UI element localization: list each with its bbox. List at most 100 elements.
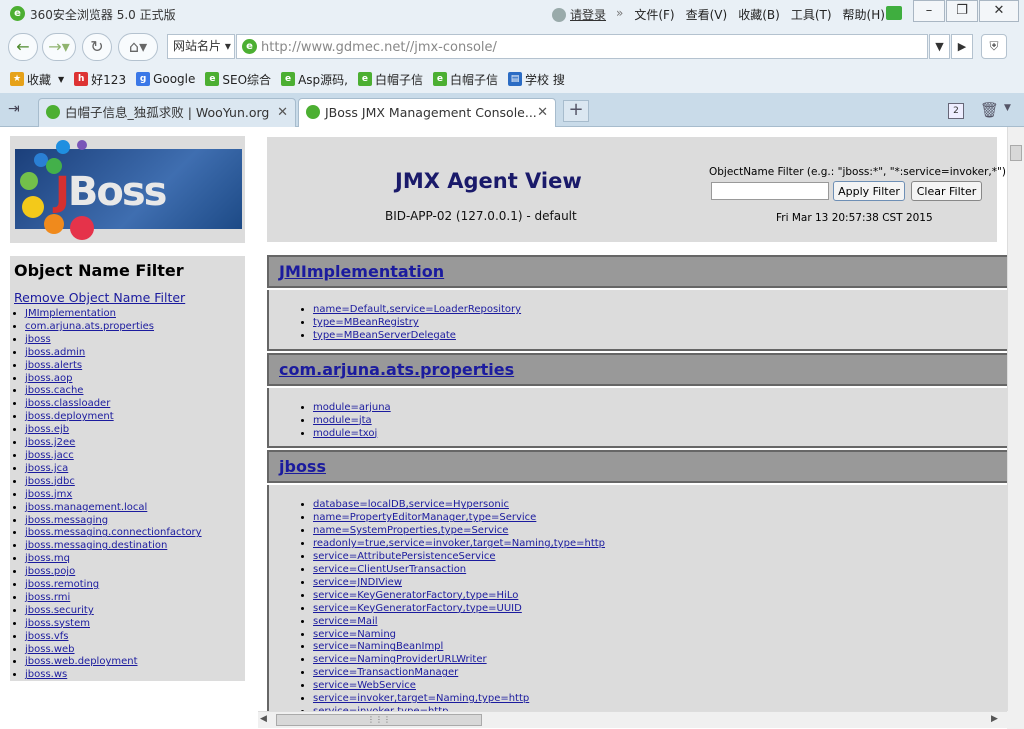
mbean-link[interactable]: service=NamingProviderURLWriter bbox=[313, 654, 487, 665]
url-input[interactable] bbox=[261, 37, 921, 57]
mbean-link[interactable]: service=KeyGeneratorFactory,type=UUID bbox=[313, 603, 522, 614]
domain-link[interactable]: jboss.ejb bbox=[25, 424, 69, 435]
mbean-link[interactable]: module=jta bbox=[313, 415, 372, 426]
login-area[interactable]: 请登录 bbox=[552, 6, 606, 23]
bookmark-google[interactable]: g Google bbox=[136, 72, 195, 86]
tab-close-icon[interactable]: ✕ bbox=[277, 99, 288, 126]
mbean-link[interactable]: type=MBeanServerDelegate bbox=[313, 330, 456, 341]
domain-link[interactable]: jboss.remoting bbox=[25, 579, 99, 590]
mbean-link[interactable]: service=Mail bbox=[313, 616, 378, 627]
site-card-dropdown[interactable]: 网站名片 ▾ bbox=[167, 34, 235, 59]
domain-link[interactable]: jboss.vfs bbox=[25, 631, 69, 642]
domain-link[interactable]: jboss.alerts bbox=[25, 360, 82, 371]
domain-link[interactable]: jboss.ws bbox=[25, 669, 67, 680]
remove-filter-link[interactable]: Remove Object Name Filter bbox=[14, 290, 241, 305]
domain-link[interactable]: jboss.jacc bbox=[25, 450, 74, 461]
new-tab-button[interactable]: + bbox=[563, 100, 589, 122]
mbean-link[interactable]: service=NamingBeanImpl bbox=[313, 641, 443, 652]
tab-close-icon[interactable]: ✕ bbox=[537, 99, 548, 126]
home-icon[interactable]: ⌂▾ bbox=[118, 33, 158, 61]
mbean-link[interactable]: service=invoker,target=Naming,type=http bbox=[313, 693, 529, 704]
mbean-link[interactable]: readonly=true,service=invoker,target=Nam… bbox=[313, 538, 605, 549]
mbean-link[interactable]: service=KeyGeneratorFactory,type=HiLo bbox=[313, 590, 518, 601]
domain-link[interactable]: jboss.cache bbox=[25, 385, 83, 396]
skin-shirt-icon[interactable] bbox=[886, 6, 902, 20]
bookmark-baimaozi-1[interactable]: e 白帽子信 bbox=[357, 71, 423, 88]
domain-title-link[interactable]: JMImplementation bbox=[279, 262, 444, 281]
domain-link[interactable]: jboss.web.deployment bbox=[25, 656, 138, 667]
vertical-scroll-thumb[interactable] bbox=[1010, 145, 1022, 161]
url-history-dropdown-icon[interactable]: ▼ bbox=[929, 34, 950, 59]
domain-link[interactable]: jboss.web bbox=[25, 644, 75, 655]
domain-title-link[interactable]: jboss bbox=[279, 457, 326, 476]
maximize-button[interactable]: ❐ bbox=[946, 0, 978, 22]
bookmark-hao123[interactable]: h 好123 bbox=[74, 71, 126, 88]
menu-expand-icon[interactable]: » bbox=[616, 6, 623, 23]
bookmark-seo[interactable]: e SEO综合 bbox=[205, 71, 271, 88]
trash-icon[interactable]: 🗑 bbox=[980, 101, 999, 119]
domain-link[interactable]: jboss.messaging.destination bbox=[25, 540, 167, 551]
domain-link[interactable]: jboss.jmx bbox=[25, 489, 72, 500]
domain-link[interactable]: jboss.jdbc bbox=[25, 476, 75, 487]
minimize-button[interactable]: – bbox=[913, 0, 945, 22]
domain-link[interactable]: com.arjuna.ats.properties bbox=[25, 321, 154, 332]
security-shield-icon[interactable]: ⛨ bbox=[981, 34, 1007, 59]
mbean-link[interactable]: name=SystemProperties,type=Service bbox=[313, 525, 508, 536]
domain-link[interactable]: jboss.j2ee bbox=[25, 437, 75, 448]
domain-link[interactable]: jboss.pojo bbox=[25, 566, 75, 577]
mbean-link[interactable]: service=JNDIView bbox=[313, 577, 402, 588]
scroll-right-icon[interactable]: ▶ bbox=[991, 714, 998, 724]
forward-arrow-icon[interactable]: →▾ bbox=[42, 33, 76, 61]
domain-link[interactable]: jboss.deployment bbox=[25, 411, 114, 422]
object-filter-input[interactable] bbox=[711, 182, 829, 200]
domain-link[interactable]: jboss.security bbox=[25, 605, 94, 616]
mbean-link[interactable]: service=TransactionManager bbox=[313, 667, 458, 678]
scroll-left-icon[interactable]: ◀ bbox=[260, 714, 267, 724]
domain-link[interactable]: jboss.system bbox=[25, 618, 90, 629]
domain-link[interactable]: jboss.aop bbox=[25, 373, 72, 384]
domain-link[interactable]: jboss.admin bbox=[25, 347, 85, 358]
menu-view[interactable]: 查看(V) bbox=[686, 6, 728, 23]
mbean-link[interactable]: service=Naming bbox=[313, 629, 396, 640]
domain-link[interactable]: JMImplementation bbox=[25, 308, 116, 319]
domain-link[interactable]: jboss.management.local bbox=[25, 502, 147, 513]
bookmark-asp[interactable]: e Asp源码, bbox=[281, 71, 348, 88]
mbean-link[interactable]: name=PropertyEditorManager,type=Service bbox=[313, 512, 536, 523]
domain-link[interactable]: jboss.messaging bbox=[25, 515, 108, 526]
clear-filter-button[interactable]: Clear Filter bbox=[911, 181, 982, 201]
address-bar[interactable]: e bbox=[236, 34, 928, 59]
horizontal-scroll-thumb[interactable]: ⋮⋮⋮ bbox=[276, 714, 482, 726]
domain-link[interactable]: jboss.messaging.connectionfactory bbox=[25, 527, 202, 538]
apply-filter-button[interactable]: Apply Filter bbox=[833, 181, 905, 201]
horizontal-scrollbar[interactable]: ◀ ⋮⋮⋮ ▶ bbox=[258, 711, 1007, 728]
mbean-link[interactable]: type=MBeanRegistry bbox=[313, 317, 419, 328]
mbean-link[interactable]: module=arjuna bbox=[313, 402, 391, 413]
mbean-link[interactable]: database=localDB,service=Hypersonic bbox=[313, 499, 509, 510]
tab-wooyun[interactable]: 白帽子信息_独孤求败 | WooYun.org ✕ bbox=[38, 98, 296, 127]
bookmark-school[interactable]: ▤ 学校 搜 bbox=[508, 71, 565, 88]
bookmark-baimaozi-2[interactable]: e 白帽子信 bbox=[432, 71, 498, 88]
menu-help[interactable]: 帮助(H) bbox=[843, 6, 885, 23]
domain-link[interactable]: jboss.jca bbox=[25, 463, 68, 474]
vertical-scrollbar[interactable] bbox=[1007, 127, 1024, 711]
menu-file[interactable]: 文件(F) bbox=[634, 6, 674, 23]
domain-link[interactable]: jboss.rmi bbox=[25, 592, 70, 603]
domain-link[interactable]: jboss.mq bbox=[25, 553, 70, 564]
mbean-link[interactable]: module=txoj bbox=[313, 428, 377, 439]
mbean-link[interactable]: service=WebService bbox=[313, 680, 416, 691]
mbean-link[interactable]: service=ClientUserTransaction bbox=[313, 564, 466, 575]
sidebar-toggle-icon[interactable]: ⇥ bbox=[8, 101, 28, 117]
back-arrow-icon[interactable]: ← bbox=[8, 33, 38, 61]
menu-tools[interactable]: 工具(T) bbox=[791, 6, 832, 23]
tab-jboss-console[interactable]: JBoss JMX Management Console... ✕ bbox=[298, 98, 556, 128]
refresh-icon[interactable]: ↻ bbox=[82, 33, 112, 61]
domain-title-link[interactable]: com.arjuna.ats.properties bbox=[279, 360, 514, 379]
login-link[interactable]: 请登录 bbox=[570, 6, 606, 23]
tab-count-icon[interactable]: 2 bbox=[948, 103, 964, 119]
close-window-button[interactable]: ✕ bbox=[979, 0, 1019, 22]
go-arrow-icon[interactable]: ▶ bbox=[951, 34, 973, 59]
domain-link[interactable]: jboss bbox=[25, 334, 51, 345]
bookmark-favorites[interactable]: ★ 收藏 ▼ bbox=[10, 71, 64, 88]
chevron-down-icon[interactable]: ▼ bbox=[1004, 103, 1011, 113]
menu-favorites[interactable]: 收藏(B) bbox=[738, 6, 780, 23]
